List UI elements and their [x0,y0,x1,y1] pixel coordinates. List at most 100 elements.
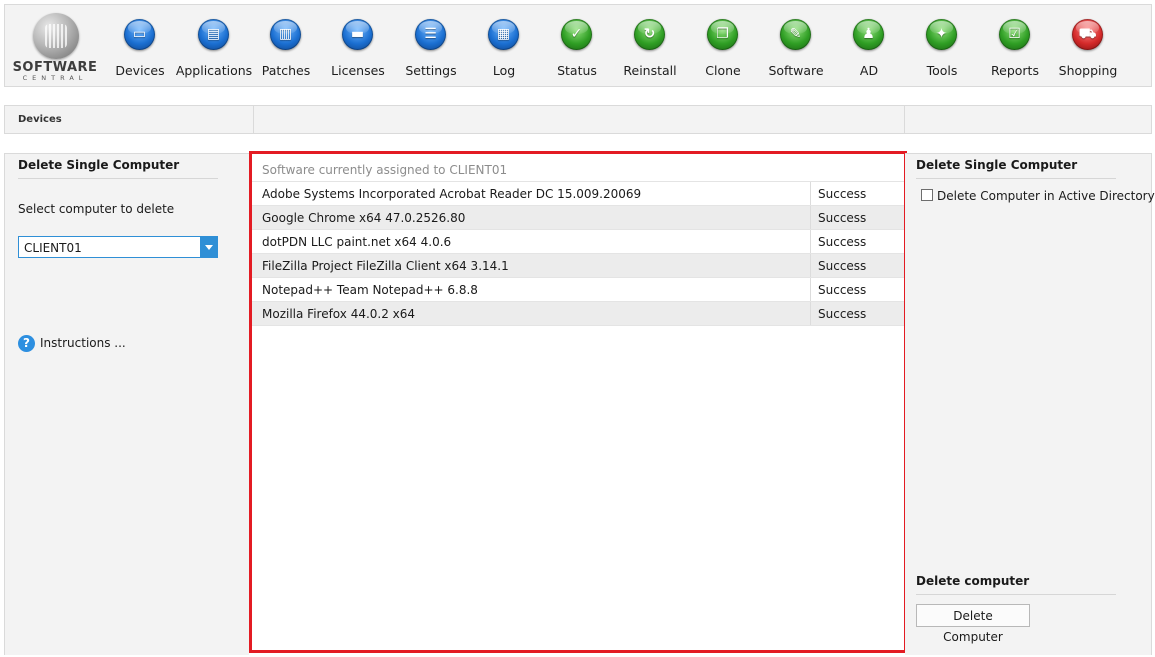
breadcrumb-bar: Devices [4,105,1152,134]
install-status: Success [818,307,867,321]
breadcrumb-divider [904,106,905,133]
assigned-software-header: Software currently assigned to CLIENT01 [262,163,508,177]
left-panel-title: Delete Single Computer [18,158,180,172]
delete-in-ad-checkbox[interactable] [921,189,933,201]
refresh-icon-glyph: ↻ [643,26,656,42]
nav-label: Log [492,63,516,78]
software-name: dotPDN LLC paint.net x64 4.0.6 [262,235,452,249]
logo-emblem-icon [33,13,79,59]
select-computer-label: Select computer to delete [18,202,175,216]
help-icon[interactable]: ? [18,335,35,352]
patches-icon[interactable]: ▥ [270,19,301,50]
applications-icon-glyph: ▤ [206,26,221,42]
report-check-icon-glyph: ☑ [1008,26,1021,42]
software-name: Google Chrome x64 47.0.2526.80 [262,211,466,225]
nav-label: Patches [261,63,311,78]
applications-icon[interactable]: ▤ [198,19,229,50]
nav-label: Licenses [331,63,385,78]
software-icon-glyph: ✎ [789,26,802,42]
install-status: Success [818,187,867,201]
nav-button-ad[interactable]: ♟ AD [829,19,909,81]
monitor-icon[interactable]: ▭ [124,19,155,50]
report-check-icon[interactable]: ☑ [999,19,1030,50]
wrench-icon-glyph: ✦ [935,26,948,42]
software-icon[interactable]: ✎ [780,19,811,50]
nav-button-status[interactable]: ✓ Status [537,19,617,81]
delete-section-divider [916,594,1116,595]
column-divider [810,278,811,301]
shopping-cart-icon[interactable]: ⛟ [1072,19,1103,50]
users-icon-glyph: ♟ [862,26,875,42]
folder-icon[interactable]: ▬ [342,19,373,50]
checkmark-icon-glyph: ✓ [570,26,583,42]
breadcrumb-divider [253,106,254,133]
nav-button-patches[interactable]: ▥ Patches [246,19,326,81]
computer-select[interactable]: CLIENT01 [18,236,218,258]
table-row[interactable]: Notepad++ Team Notepad++ 6.8.8 Success [252,278,904,302]
clone-icon[interactable]: ❐ [707,19,738,50]
settings-list-icon-glyph: ☰ [424,26,437,42]
left-panel: Delete Single Computer Select computer t… [4,153,249,655]
software-list: Adobe Systems Incorporated Acrobat Reade… [252,182,904,326]
nav-button-tools[interactable]: ✦ Tools [902,19,982,81]
nav-button-applications[interactable]: ▤ Applications [174,19,254,81]
table-row[interactable]: Adobe Systems Incorporated Acrobat Reade… [252,182,904,206]
computer-select-value: CLIENT01 [24,241,82,255]
logo-word: SOFTWARE [12,60,98,75]
software-name: Adobe Systems Incorporated Acrobat Reade… [262,187,642,201]
software-central-logo[interactable]: SOFTWARE CENTRAL [10,11,100,83]
nav-button-reports[interactable]: ☑ Reports [975,19,1055,81]
nav-button-shopping[interactable]: ⛟ Shopping [1048,19,1128,81]
nav-label: Status [557,63,597,78]
instructions-label: Instructions ... [40,336,126,350]
nav-button-settings[interactable]: ☰ Settings [391,19,471,81]
nav-label: AD [859,63,879,78]
nav-label: Clone [705,63,741,78]
software-name: FileZilla Project FileZilla Client x64 3… [262,259,509,273]
settings-list-icon[interactable]: ☰ [415,19,446,50]
install-status: Success [818,259,867,273]
delete-computer-button[interactable]: Delete Computer [916,604,1030,644]
log-book-icon-glyph: ▦ [496,26,511,42]
patches-icon-glyph: ▥ [278,26,293,42]
nav-label: Reports [991,63,1039,78]
log-book-icon[interactable]: ▦ [488,19,519,50]
right-panel-title: Delete Single Computer [916,158,1078,172]
nav-label: Tools [926,63,958,78]
logo-subword: CENTRAL [22,74,88,82]
checkmark-icon[interactable]: ✓ [561,19,592,50]
install-status: Success [818,283,867,297]
delete-in-ad-label: Delete Computer in Active Directory [937,189,1155,203]
table-row[interactable]: FileZilla Project FileZilla Client x64 3… [252,254,904,278]
nav-button-reinstall[interactable]: ↻ Reinstall [610,19,690,81]
right-panel: Delete Single Computer Delete Computer i… [905,153,1155,655]
main-toolbar: SOFTWARE CENTRAL ▭ Devices ▤ Applications ▥ P… [4,4,1152,87]
nav-label: Applications [175,63,253,78]
install-status: Success [818,235,867,249]
nav-button-log[interactable]: ▦ Log [464,19,544,81]
nav-label: Settings [405,63,457,78]
breadcrumb-current: Devices [18,114,62,125]
nav-button-software[interactable]: ✎ Software [756,19,836,81]
software-name: Notepad++ Team Notepad++ 6.8.8 [262,283,478,297]
users-icon[interactable]: ♟ [853,19,884,50]
column-divider [810,254,811,277]
column-divider [810,302,811,325]
table-row[interactable]: dotPDN LLC paint.net x64 4.0.6 Success [252,230,904,254]
shopping-cart-icon-glyph: ⛟ [1078,26,1097,42]
nav-label: Software [768,63,824,78]
nav-button-devices[interactable]: ▭ Devices [100,19,180,81]
refresh-icon[interactable]: ↻ [634,19,665,50]
wrench-icon[interactable]: ✦ [926,19,957,50]
assigned-software-panel: Software currently assigned to CLIENT01 … [249,151,907,653]
nav-label: Reinstall [623,63,677,78]
left-panel-divider [18,178,218,179]
column-divider [810,182,811,205]
nav-button-clone[interactable]: ❐ Clone [683,19,763,81]
table-row[interactable]: Mozilla Firefox 44.0.2 x64 Success [252,302,904,326]
nav-button-licenses[interactable]: ▬ Licenses [318,19,398,81]
table-row[interactable]: Google Chrome x64 47.0.2526.80 Success [252,206,904,230]
column-divider [810,230,811,253]
folder-icon-glyph: ▬ [350,26,365,42]
chevron-down-icon[interactable] [200,237,217,257]
